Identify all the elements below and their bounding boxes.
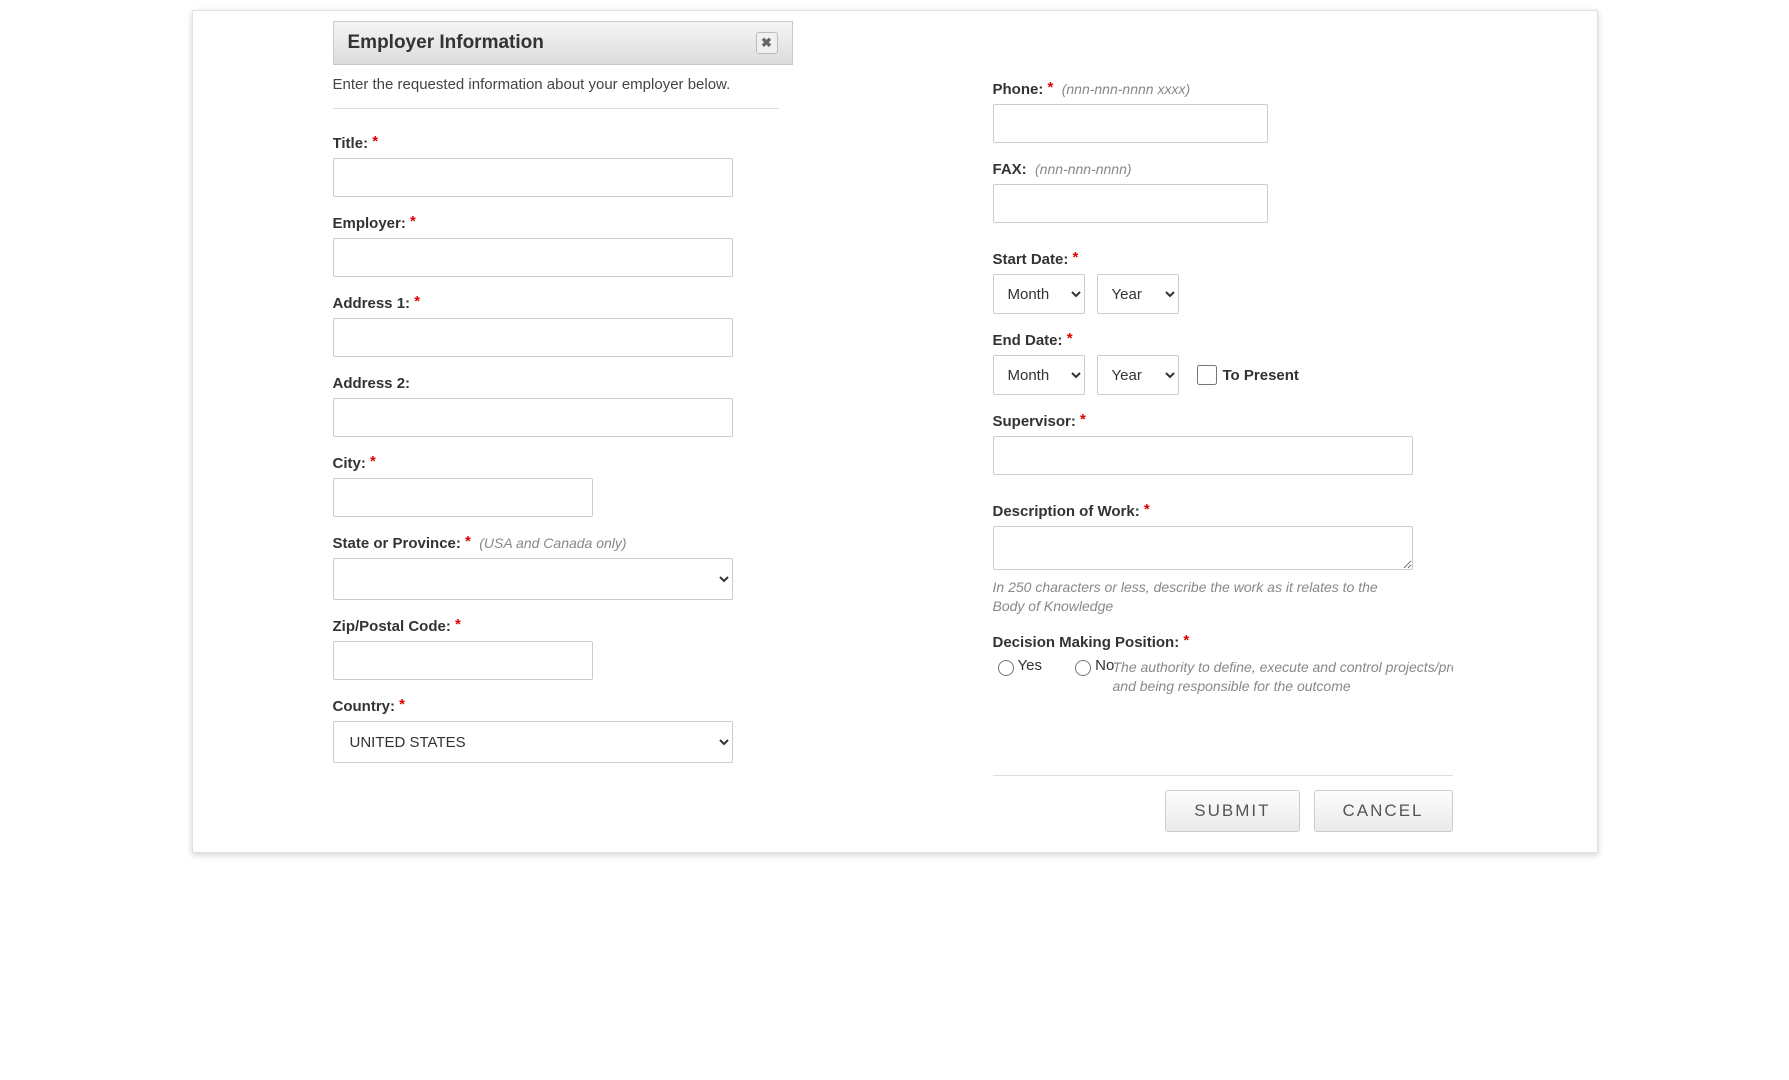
label-phone: Phone: [993,81,1044,98]
required-icon: * [372,133,378,150]
field-supervisor: Supervisor: * [993,413,1435,475]
end-year-select[interactable]: Year [1097,355,1179,395]
button-row: SUBMIT CANCEL [993,790,1453,832]
right-column: Phone: * (nnn-nnn-nnnn xxxx) FAX: (nnn-n… [993,21,1453,832]
zip-input[interactable] [333,641,593,680]
required-icon: * [1073,249,1079,266]
label-decision: Decision Making Position: [993,634,1180,651]
required-icon: * [399,696,405,713]
left-scroll-area[interactable]: Enter the requested information about yo… [333,71,793,791]
required-icon: * [465,533,471,550]
field-end-date: End Date: * Month Year To Present [993,332,1435,395]
divider [993,775,1453,776]
panel-intro: Enter the requested information about yo… [333,71,779,98]
cancel-button[interactable]: CANCEL [1314,790,1453,832]
hint-state: (USA and Canada only) [479,535,626,551]
radio-yes[interactable] [998,660,1014,676]
field-employer: Employer: * [333,215,779,277]
city-input[interactable] [333,478,593,517]
field-title: Title: * [333,135,779,197]
panel-title-text: Employer Information [348,32,544,54]
field-phone: Phone: * (nnn-nnn-nnnn xxxx) [993,81,1435,143]
panel-title-bar: Employer Information ✖ [333,21,793,65]
field-address1: Address 1: * [333,295,779,357]
required-icon: * [1183,632,1189,649]
field-fax: FAX: (nnn-nnn-nnnn) [993,161,1435,223]
right-scroll-area[interactable]: Phone: * (nnn-nnn-nnnn xxxx) FAX: (nnn-n… [993,81,1453,761]
end-month-select[interactable]: Month [993,355,1085,395]
label-supervisor: Supervisor: [993,413,1076,430]
phone-input[interactable] [993,104,1268,143]
required-icon: * [1048,81,1054,96]
field-zip: Zip/Postal Code: * [333,618,779,680]
left-column: Employer Information ✖ Enter the request… [333,21,793,791]
field-city: City: * [333,455,779,517]
state-select[interactable] [333,558,733,600]
radio-no[interactable] [1075,660,1091,676]
field-start-date: Start Date: * Month Year [993,251,1435,314]
field-description: Description of Work: * In 250 characters… [993,503,1435,616]
close-icon[interactable]: ✖ [756,32,778,54]
decision-helper: The authority to define, execute and con… [1113,658,1453,696]
to-present-checkbox[interactable] [1197,365,1217,385]
address1-input[interactable] [333,318,733,357]
required-icon: * [1144,501,1150,518]
label-end-date: End Date: [993,332,1063,349]
fax-input[interactable] [993,184,1268,223]
start-month-select[interactable]: Month [993,274,1085,314]
address2-input[interactable] [333,398,733,437]
start-year-select[interactable]: Year [1097,274,1179,314]
label-to-present: To Present [1223,367,1299,384]
required-icon: * [414,293,420,310]
required-icon: * [1067,330,1073,347]
divider [333,108,779,109]
description-helper: In 250 characters or less, describe the … [993,578,1413,616]
hint-fax: (nnn-nnn-nnnn) [1035,161,1132,177]
label-description: Description of Work: [993,503,1140,520]
required-icon: * [455,616,461,633]
form-container: Employer Information ✖ Enter the request… [192,10,1598,853]
radio-no-label[interactable]: No [1070,657,1114,674]
label-fax: FAX: [993,161,1027,178]
employer-input[interactable] [333,238,733,277]
required-icon: * [1080,411,1086,428]
label-address1: Address 1: [333,295,411,312]
hint-phone: (nnn-nnn-nnnn xxxx) [1062,81,1190,97]
label-state: State or Province: [333,535,461,552]
label-city: City: [333,455,366,472]
required-icon: * [410,213,416,230]
title-input[interactable] [333,158,733,197]
field-country: Country: * UNITED STATES [333,698,779,763]
label-country: Country: [333,698,396,715]
field-state: State or Province: * (USA and Canada onl… [333,535,779,600]
submit-button[interactable]: SUBMIT [1165,790,1299,832]
field-address2: Address 2: [333,375,779,437]
label-zip: Zip/Postal Code: [333,618,451,635]
required-icon: * [370,453,376,470]
country-select[interactable]: UNITED STATES [333,721,733,763]
description-input[interactable] [993,526,1413,570]
label-start-date: Start Date: [993,251,1069,268]
field-decision: Decision Making Position: * Yes No The a… [993,634,1435,696]
radio-yes-label[interactable]: Yes [993,657,1042,674]
supervisor-input[interactable] [993,436,1413,475]
label-employer: Employer: [333,215,406,232]
label-address2: Address 2: [333,375,411,392]
label-title: Title: [333,135,369,152]
